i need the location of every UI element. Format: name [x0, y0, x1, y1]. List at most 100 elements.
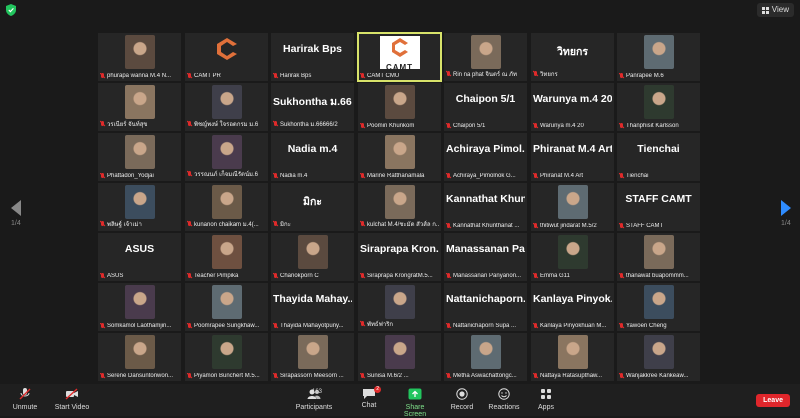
participant-tile[interactable]: STAFF CAMT STAFF CAMT — [617, 183, 700, 231]
participant-tile[interactable]: ASUS ASUS — [98, 233, 181, 281]
muted-microphone-icon — [360, 273, 365, 279]
participant-tile[interactable]: Sirapassorn Meesorn ... — [271, 333, 354, 381]
participant-tile[interactable]: Sukhontha ม.666... Sukhontha ม.66666/2 — [271, 83, 354, 131]
participant-name: phurapa wanna M.4 N... — [107, 73, 172, 79]
next-page-arrow-icon[interactable] — [779, 198, 793, 218]
participant-tile[interactable]: Chaipon 5/1 Chaipon 5/1 — [444, 83, 527, 131]
participant-tile[interactable]: Poomin Khunkom — [358, 83, 441, 131]
participant-tile[interactable]: มิกะ มิกะ — [271, 183, 354, 231]
muted-microphone-icon — [619, 373, 624, 379]
participant-tile[interactable]: Emma G11 — [531, 233, 614, 281]
participant-tile[interactable]: phurapa wanna M.4 N... — [98, 33, 181, 81]
participant-name-label: Serene Dansuntonwon... — [100, 373, 179, 379]
participant-tile[interactable]: thitiwut jindarat M.5/2 — [531, 183, 614, 231]
previous-page-arrow-icon[interactable] — [9, 198, 23, 218]
participant-tile[interactable]: Siraprapa Kron... Siraprapa KrongratM.5..… — [358, 233, 441, 281]
participant-tile[interactable]: Phiranat M.4 Art Phiranat M.4 Art — [531, 133, 614, 181]
participant-name-label: Thanphisit Karlsson — [619, 123, 698, 129]
participant-tile[interactable]: Thanphisit Karlsson — [617, 83, 700, 131]
muted-microphone-icon — [446, 223, 451, 229]
muted-microphone-icon — [360, 73, 365, 79]
participant-video-feed — [384, 185, 415, 219]
participant-tile[interactable]: kulchat M.4/ชะมัด สัวส์ล ก... — [358, 183, 441, 231]
participant-tile[interactable]: Nattaya Ratasupthaw... — [531, 333, 614, 381]
participant-name-label: วิทยกร — [533, 69, 612, 79]
participant-tile[interactable]: Kanlaya Pinyok... Kanlaya Pinyokhuan M... — [531, 283, 614, 331]
participant-tile[interactable]: Harirak Bps Harirak Bps — [271, 33, 354, 81]
participant-tile[interactable]: Serene Dansuntonwon... — [98, 333, 181, 381]
participant-name: Warunya m.4 20 — [540, 123, 584, 129]
participant-video-feed — [557, 235, 588, 269]
participant-tile[interactable]: Teacher Pimpika — [185, 233, 268, 281]
participant-tile[interactable]: วรเนียร์ จันท์สุข — [98, 83, 181, 131]
participant-display-name: Nadia m.4 — [287, 143, 338, 155]
participant-tile[interactable]: พลิษฐ์ เจ้าเม่า — [98, 183, 181, 231]
participant-name: Emma G11 — [540, 273, 570, 279]
participant-tile[interactable]: Nattanichaporn... Nattanichaporn Supa ... — [444, 283, 527, 331]
muted-microphone-icon — [100, 323, 105, 329]
participant-display-name: Warunya m.4 20 — [533, 93, 612, 105]
reactions-label: Reactions — [488, 404, 520, 411]
participant-video-feed — [557, 185, 588, 219]
participant-video-feed — [643, 335, 674, 369]
participant-tile[interactable]: Manassanan Pa... Manassanan Panyanon... — [444, 233, 527, 281]
record-label: Record — [450, 404, 474, 411]
apps-button[interactable]: Apps — [534, 386, 558, 411]
muted-microphone-icon — [187, 373, 192, 379]
participant-tile[interactable]: Yawoen Cheng — [617, 283, 700, 331]
participant-tile[interactable]: Nadia m.4 Nadia m.4 — [271, 133, 354, 181]
unmute-button[interactable]: Unmute — [10, 386, 40, 411]
participant-tile[interactable]: Kannathat Khun... Kannathat Khunthanat ..… — [444, 183, 527, 231]
participant-name: Thanphisit Karlsson — [626, 123, 679, 129]
participants-button[interactable]: 163 Participants — [294, 386, 334, 411]
participant-video-feed — [211, 235, 242, 269]
chat-icon-wrap: 2 — [362, 386, 381, 400]
start-video-button[interactable]: Start Video — [52, 386, 92, 411]
muted-microphone-icon — [619, 73, 624, 79]
participant-tile[interactable]: Poomrapee Sungkhaw... — [185, 283, 268, 331]
participant-tile[interactable]: Warunya m.4 20 Warunya m.4 20 — [531, 83, 614, 131]
participant-tile[interactable]: Marine Ratthanamala — [358, 133, 441, 181]
shield-icon[interactable] — [6, 4, 16, 16]
participant-tile[interactable]: Wanjakkree Kankeaw... — [617, 333, 700, 381]
participant-tile[interactable]: kunanon chaikam ม.4(... — [185, 183, 268, 231]
participant-tile[interactable]: Phattadon_Yodjai — [98, 133, 181, 181]
participant-tile[interactable]: Sunisa M.6/2 ... — [358, 333, 441, 381]
share-screen-button[interactable]: Share Screen — [394, 386, 436, 418]
apps-grid-icon — [541, 389, 551, 399]
muted-microphone-icon — [100, 221, 105, 227]
chat-button[interactable]: 2 Chat — [356, 386, 382, 409]
participant-tile[interactable]: Somkamol Laothamjin... — [98, 283, 181, 331]
muted-microphone-icon — [273, 121, 278, 127]
participant-tile[interactable]: วิทยกร วิทยกร — [531, 33, 614, 81]
participant-tile[interactable]: Achiraya Pimol... Achiraya_Pimolnok G... — [444, 133, 527, 181]
participant-tile[interactable]: Metha Aswachattongc... — [444, 333, 527, 381]
participant-tile[interactable]: พัทธ์ฟาริก — [358, 283, 441, 331]
participant-video-feed — [211, 135, 242, 169]
participant-name: Harirak Bps — [280, 73, 312, 79]
participant-tile[interactable]: Chanokporn C — [271, 233, 354, 281]
leave-button[interactable]: Leave — [756, 394, 790, 407]
camt-logo-icon — [216, 38, 237, 60]
muted-microphone-icon — [446, 373, 451, 379]
participant-video-feed — [470, 35, 501, 69]
participant-tile[interactable]: CAMT CAMT CMU — [357, 32, 442, 82]
participant-tile[interactable]: วรรณนภ์ เก็จมณีรัตน์ม.6 — [185, 133, 268, 181]
muted-microphone-icon — [187, 171, 192, 177]
muted-microphone-icon — [446, 323, 451, 329]
participant-tile[interactable]: พิชญ์พงษ์ ใจรอดกรม ม.6 — [185, 83, 268, 131]
participant-tile[interactable]: Piyamon Bunchert M.5... — [185, 333, 268, 381]
reactions-button[interactable]: Reactions — [486, 386, 522, 411]
view-button[interactable]: View — [756, 3, 794, 17]
muted-microphone-icon — [273, 221, 278, 227]
participant-tile[interactable]: Tienchai Tienchai — [617, 133, 700, 181]
participant-tile[interactable]: Panrapee M.6 — [617, 33, 700, 81]
participants-label: Participants — [295, 404, 333, 411]
record-button[interactable]: Record — [448, 386, 476, 411]
participant-tile[interactable]: CAMT PR — [185, 33, 268, 81]
participant-name-label: Metha Aswachattongc... — [446, 373, 525, 379]
participant-tile[interactable]: Thayida Mahay... Thayida Mahayotpuny... — [271, 283, 354, 331]
participant-tile[interactable]: Rin na phat จินตร์ ณ ภัท — [444, 33, 527, 81]
participant-tile[interactable]: thanawat buapommm... — [617, 233, 700, 281]
participant-display-name: Phiranat M.4 Art — [533, 143, 612, 155]
